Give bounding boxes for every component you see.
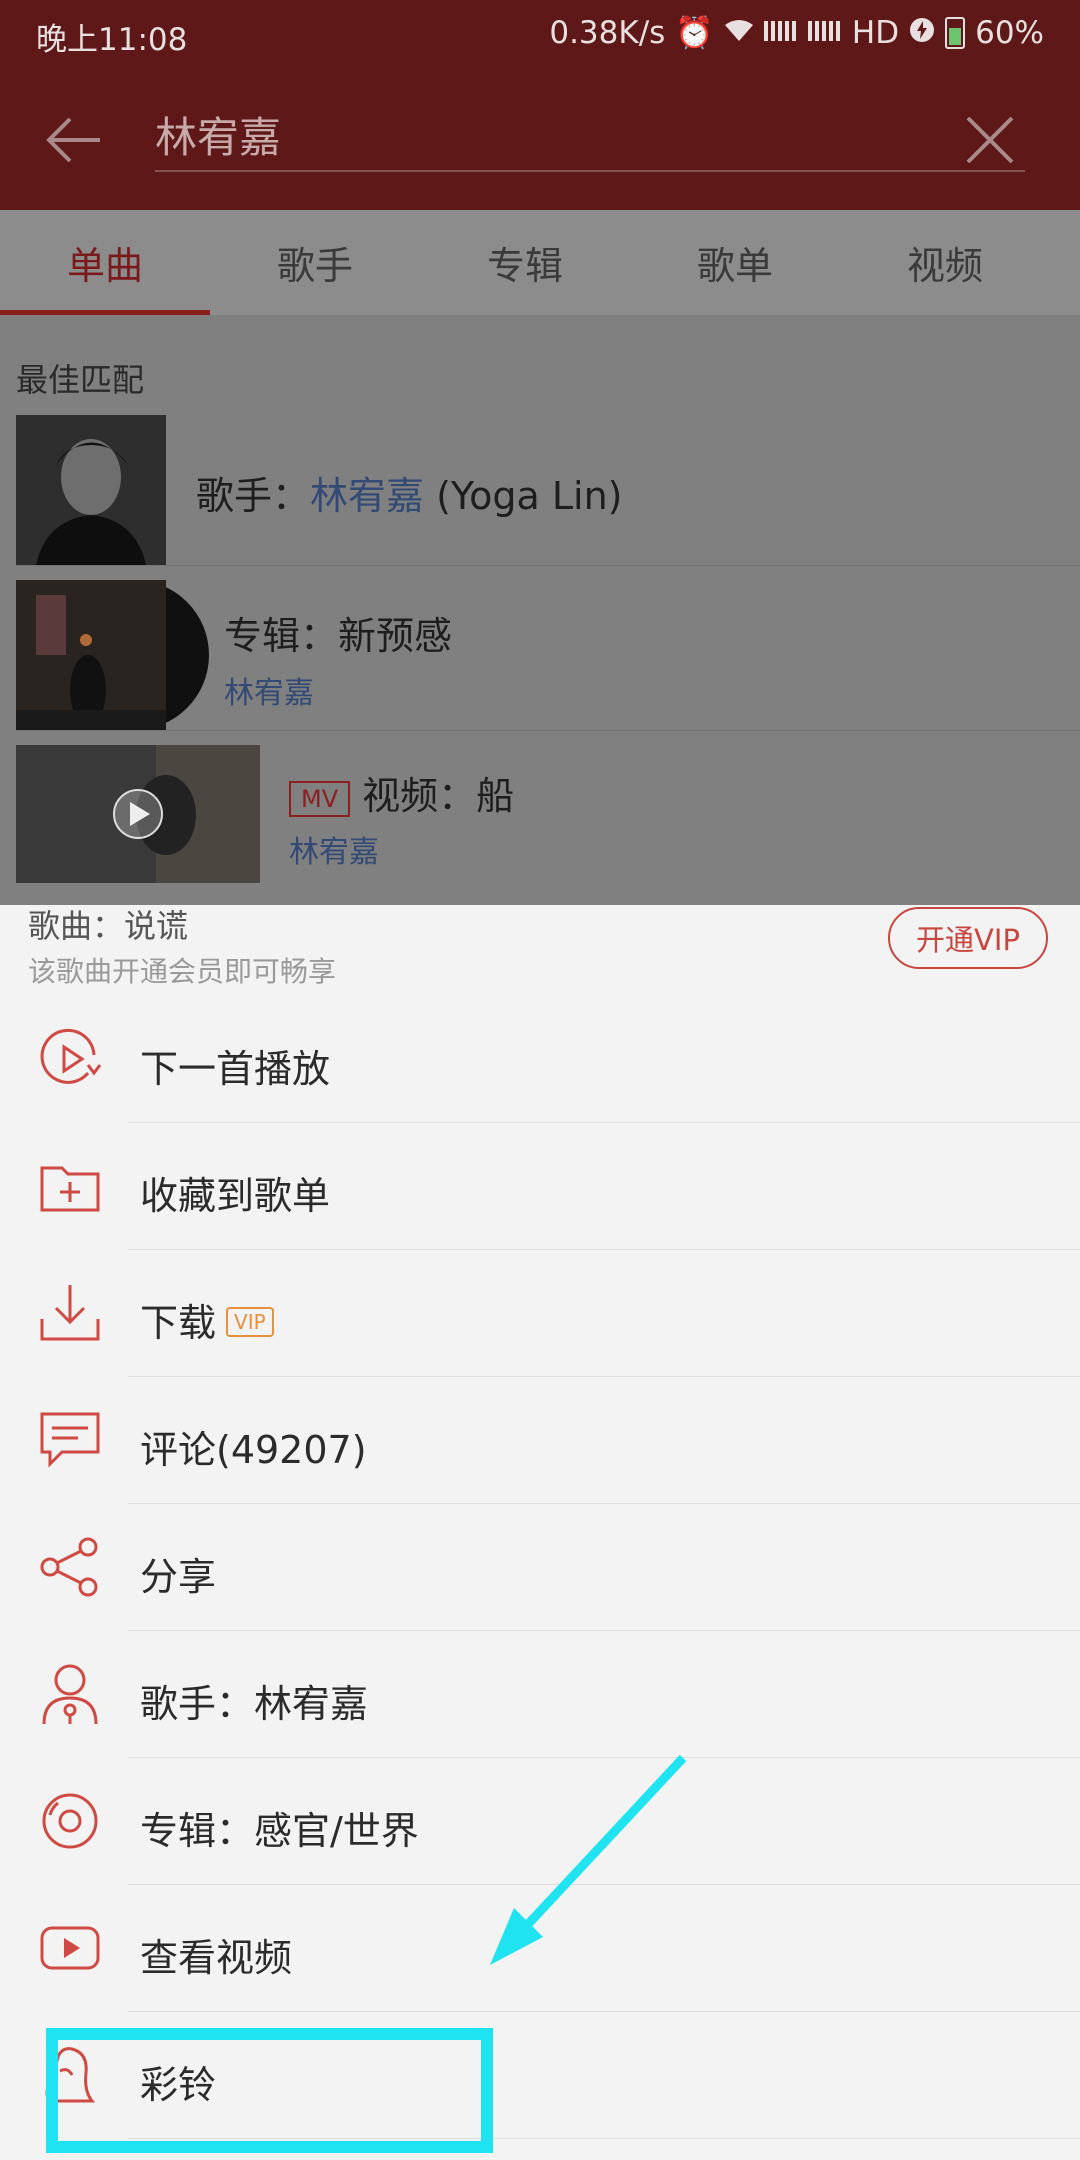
best-match-label: 最佳匹配 (16, 361, 145, 399)
battery-level: 60% (975, 14, 1044, 51)
alarm-icon: ⏰ (675, 15, 714, 51)
menu-download[interactable]: 下载 VIP (0, 1250, 1080, 1377)
close-icon (966, 116, 1014, 164)
tab-albums[interactable]: 专辑 (420, 210, 630, 315)
comment-icon (40, 1412, 100, 1468)
hd-indicator: HD (851, 14, 900, 51)
tab-songs[interactable]: 单曲 (0, 210, 210, 315)
battery-icon (945, 16, 966, 49)
album-cover (16, 580, 209, 730)
song-title: 歌曲：说谎 (28, 907, 189, 945)
back-button[interactable] (40, 105, 120, 175)
search-tabs: 单曲 歌手 专辑 歌单 视频 (0, 210, 1080, 315)
menu-view-video[interactable]: 查看视频 (0, 1885, 1080, 2012)
menu-album[interactable]: 专辑：感官/世界 (0, 1758, 1080, 1885)
menu-add-to-playlist[interactable]: 收藏到歌单 (0, 1123, 1080, 1250)
download-icon (40, 1285, 100, 1341)
tab-playlists[interactable]: 歌单 (630, 210, 840, 315)
tab-singers[interactable]: 歌手 (210, 210, 420, 315)
wifi-icon (724, 15, 754, 51)
search-header (0, 70, 1080, 210)
song-vip-note: 该歌曲开通会员即可畅享 (28, 955, 337, 988)
status-bar: 晚上11:08 0.38K/s ⏰ HD 60% (0, 0, 1080, 70)
charging-icon (909, 15, 935, 51)
menu-share[interactable]: 分享 (0, 1504, 1080, 1631)
video-result-artist[interactable]: 林宥嘉 (289, 827, 379, 871)
song-action-sheet: 歌曲：说谎 该歌曲开通会员即可畅享 开通VIP 下一首播放 收藏到歌单 下载 VI… (0, 905, 1080, 2160)
folder-add-icon (40, 1166, 100, 1212)
signal-icon (763, 15, 798, 51)
video-icon (40, 1926, 100, 1970)
video-result-title: MV 视频：船 (289, 765, 514, 820)
artist-result-row[interactable]: 歌手：林宥嘉 (Yoga Lin) (16, 415, 1080, 566)
network-speed: 0.38K/s (549, 14, 666, 51)
back-arrow-icon (46, 117, 100, 163)
album-icon (42, 1793, 98, 1849)
share-icon (40, 1537, 98, 1597)
menu-play-next[interactable]: 下一首播放 (0, 996, 1080, 1123)
artist-photo (16, 415, 166, 565)
clear-search-button[interactable] (960, 110, 1040, 170)
video-result-row[interactable]: MV 视频：船 林宥嘉 (16, 745, 1080, 885)
singer-icon (42, 1664, 98, 1725)
artist-result-title: 歌手：林宥嘉 (Yoga Lin) (196, 474, 623, 518)
play-next-icon (40, 1028, 102, 1084)
search-input[interactable] (155, 98, 1025, 172)
search-results: 最佳匹配 歌手：林宥嘉 (Yoga Lin) 专辑：新预感 林宥嘉 MV 视频：… (0, 315, 1080, 905)
signal-icon-2 (807, 15, 842, 51)
status-indicators: 0.38K/s ⏰ HD 60% (549, 14, 1044, 52)
video-thumbnail (16, 745, 260, 883)
album-result-row[interactable]: 专辑：新预感 林宥嘉 (16, 580, 1080, 731)
tab-videos[interactable]: 视频 (840, 210, 1050, 315)
open-vip-button[interactable]: 开通VIP (888, 907, 1048, 969)
album-result-title: 专辑：新预感 (224, 614, 453, 658)
menu-singer[interactable]: 歌手：林宥嘉 (0, 1631, 1080, 1758)
menu-comments[interactable]: 评论(49207) (0, 1377, 1080, 1504)
vip-tag: VIP (226, 1306, 274, 1337)
status-time: 晚上11:08 (36, 22, 188, 58)
mv-badge: MV (289, 780, 351, 817)
album-result-artist[interactable]: 林宥嘉 (224, 668, 314, 712)
annotation-highlight-box (46, 2028, 493, 2153)
